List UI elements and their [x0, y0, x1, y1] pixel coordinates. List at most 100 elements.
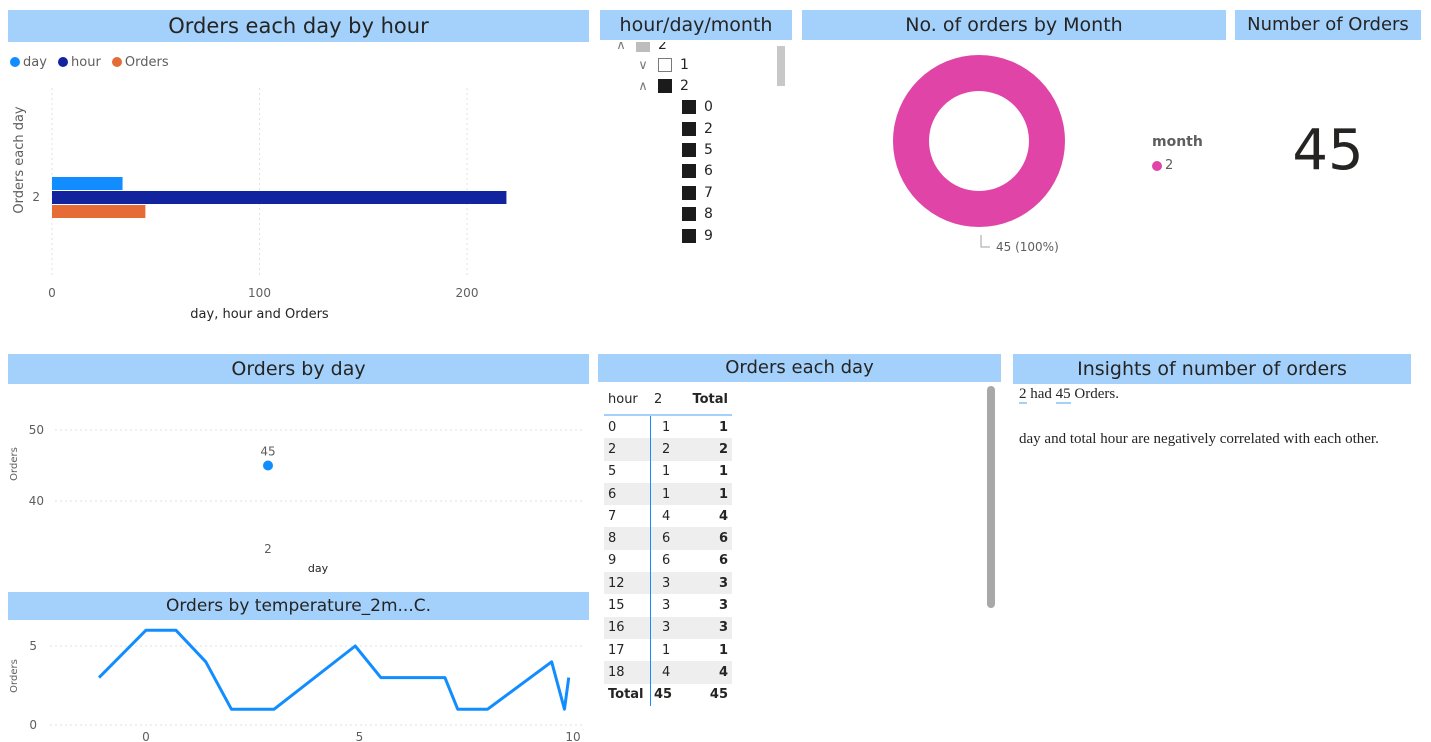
legend-label-hour: hour: [71, 54, 101, 70]
chevron-up-icon[interactable]: ∧: [636, 79, 650, 94]
matrix-cell-hour: 2: [608, 441, 617, 457]
matrix-total-value: 45: [654, 687, 673, 703]
matrix-cell-total: 2: [718, 441, 728, 457]
legend-dot-day: [10, 57, 20, 67]
matrix-header-hour: hour: [604, 384, 650, 416]
line-chart-title: Orders by temperature_2m...C.: [8, 592, 589, 620]
insights-title: Insights of number of orders: [1013, 354, 1411, 384]
table-row[interactable]: 7 4 4: [604, 505, 732, 527]
matrix-cell-value: 1: [662, 419, 671, 435]
bar-y-axis-label: Orders each day: [12, 106, 27, 214]
legend-item-day[interactable]: day: [10, 55, 47, 70]
donut-legend-label: 2: [1165, 158, 1174, 173]
legend-item-hour[interactable]: hour: [58, 55, 101, 70]
line-y-tick: 0: [29, 718, 37, 732]
matrix-header-row: hour 2 Total: [604, 384, 732, 416]
donut-label-leader: [980, 235, 990, 248]
matrix-cell-hour: 9: [608, 553, 617, 569]
scatter-point: [263, 460, 273, 471]
scatter-plot: 50 40 Orders 45 2 day: [9, 423, 585, 575]
bar-chart-plot: 0 100 200 Orders each day 2 day, hour and Ord…: [12, 88, 507, 322]
donut-title: No. of orders by Month: [802, 10, 1226, 40]
matrix-table-wrap: hour 2 Total 0 1 1 2 2 2 5 1 1 6 1 1 7 4 4 8 6 6 9 6 6 12 3 3 15 3 3 1…: [604, 384, 732, 706]
matrix-cell-hour: 7: [608, 508, 617, 524]
slicer-title: hour/day/month: [600, 10, 792, 40]
matrix-cell-value: 3: [662, 598, 671, 614]
slicer-item[interactable]: 9: [682, 228, 713, 244]
scatter-y-tick: 40: [29, 494, 44, 508]
table-row[interactable]: 15 3 3: [604, 594, 732, 616]
slicer-item[interactable]: 6: [682, 163, 713, 179]
bar-day: [52, 177, 123, 190]
insight-text-had: had: [1026, 386, 1056, 402]
matrix-header-total: Total: [684, 384, 732, 416]
table-row[interactable]: 16 3 3: [604, 616, 732, 639]
checkbox-icon[interactable]: [682, 164, 696, 178]
slicer-item-label: 0: [704, 99, 713, 115]
bar-hour: [52, 191, 507, 204]
slicer-scrollbar[interactable]: [777, 46, 785, 86]
matrix-cell-value: 6: [662, 531, 671, 547]
line-y-tick: 5: [29, 639, 37, 653]
table-row[interactable]: 0 1 1: [604, 415, 732, 438]
slicer-item[interactable]: ∨ 1: [636, 57, 689, 73]
checkbox-icon[interactable]: [682, 100, 696, 114]
table-row[interactable]: 8 6 6: [604, 527, 732, 550]
insight-value-orders[interactable]: 45: [1055, 386, 1071, 404]
table-row[interactable]: 17 1 1: [604, 639, 732, 661]
bar-category-label: 2: [32, 190, 40, 204]
matrix-cell-value: 4: [662, 508, 671, 524]
matrix-cell-value: 2: [662, 441, 671, 457]
matrix-cell-hour: 5: [608, 464, 617, 480]
slicer-item[interactable]: 2: [682, 121, 713, 137]
matrix-cell-hour: 18: [608, 664, 625, 680]
legend-item-orders[interactable]: Orders: [111, 55, 169, 70]
donut-legend-item[interactable]: 2: [1152, 158, 1173, 173]
checkbox-icon[interactable]: [658, 79, 672, 93]
matrix-cell-total: 4: [718, 508, 728, 524]
table-row[interactable]: 12 3 3: [604, 572, 732, 595]
insight-value-day[interactable]: 2: [1019, 386, 1027, 404]
slicer-item-label: 2: [680, 78, 689, 94]
slicer-item[interactable]: 8: [682, 206, 713, 222]
line-x-tick: 0: [142, 730, 150, 742]
table-row[interactable]: 5 1 1: [604, 461, 732, 483]
table-row[interactable]: 6 1 1: [604, 482, 732, 506]
donut-data-label: 45 (100%): [996, 240, 1059, 254]
matrix-cell-total: 1: [718, 486, 728, 502]
slicer-list: ∧ 2 ∨ 1 ∧ 2 0 2 5 6 7 8 9: [600, 42, 792, 247]
matrix-cell-total: 1: [718, 642, 728, 658]
checkbox-icon[interactable]: [682, 143, 696, 157]
table-row[interactable]: 18 4 4: [604, 661, 732, 684]
matrix-cell-value: 3: [662, 575, 671, 591]
checkbox-icon[interactable]: [658, 58, 672, 72]
matrix-scrollbar[interactable]: [987, 386, 995, 608]
checkbox-icon[interactable]: [682, 207, 696, 221]
chevron-down-icon[interactable]: ∨: [636, 58, 650, 73]
matrix-cell-value: 1: [662, 464, 671, 480]
bar-x-tick: 200: [456, 286, 479, 300]
matrix-cell-hour: 8: [608, 531, 617, 547]
line-x-tick: 5: [356, 730, 364, 742]
slicer-item[interactable]: 5: [682, 142, 713, 158]
bar-chart-title: Orders each day by hour: [8, 10, 589, 42]
checkbox-icon[interactable]: [682, 122, 696, 136]
insight-line-1: 2 had 45 Orders.: [1019, 386, 1119, 404]
slicer-item-label: 9: [704, 228, 713, 244]
slicer-item[interactable]: ∧ 2: [614, 42, 667, 53]
legend-dot-hour: [58, 57, 69, 67]
slicer-item-label: 5: [704, 142, 713, 158]
checkbox-icon[interactable]: [636, 42, 650, 52]
bar-x-axis-label: day, hour and Orders: [190, 307, 329, 322]
chevron-up-icon[interactable]: ∧: [614, 42, 628, 53]
matrix-cell-total: 3: [718, 598, 728, 614]
legend-dot-orders: [111, 57, 122, 67]
slicer-item[interactable]: 7: [682, 185, 713, 201]
scatter-title: Orders by day: [8, 354, 589, 384]
checkbox-icon[interactable]: [682, 186, 696, 200]
table-row[interactable]: 2 2 2: [604, 438, 732, 461]
slicer-item[interactable]: 0: [682, 99, 713, 115]
slicer-item[interactable]: ∧ 2: [636, 78, 689, 94]
checkbox-icon[interactable]: [682, 229, 696, 243]
table-row[interactable]: 9 6 6: [604, 550, 732, 572]
